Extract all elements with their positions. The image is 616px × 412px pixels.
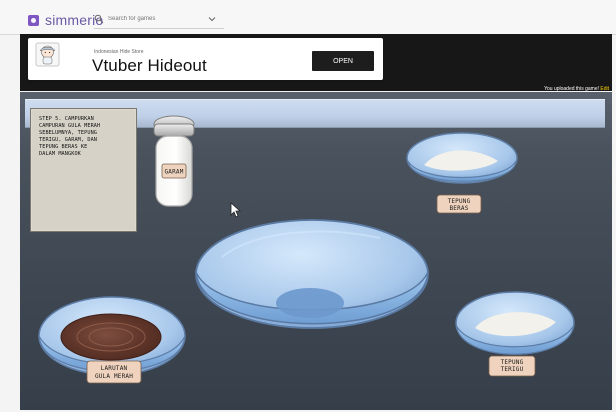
game-frame[interactable]: STEP 5. CAMPURKAN CAMPURAN GULA MERAH SE… xyxy=(20,92,612,410)
search-icon xyxy=(94,14,104,24)
palm-sugar-syrup-bowl[interactable]: LARUTAN GULA MERAH xyxy=(38,296,186,384)
simmer-logo-icon xyxy=(28,14,39,26)
ad-card[interactable]: Indonesian Hide Store Vtuber Hideout OPE… xyxy=(28,38,383,80)
rice-flour-bowl[interactable]: TEPUNG BERAS xyxy=(406,132,518,214)
ad-title[interactable]: Vtuber Hideout xyxy=(92,56,207,76)
site-logo[interactable]: simmerio xyxy=(28,12,103,28)
ad-subtitle: Indonesian Hide Store xyxy=(94,49,144,55)
search-bar[interactable] xyxy=(94,10,224,29)
syrup-label-line1: LARUTAN xyxy=(101,365,128,372)
wheat-flour-bowl[interactable]: TEPUNG TERIGU xyxy=(455,291,575,377)
game-scene: GARAM TEPUNG BERAS LARUTAN GULA MERAH TE… xyxy=(38,115,575,384)
wheat-flour-label-line1: TEPUNG xyxy=(501,359,524,366)
salt-jar[interactable]: GARAM xyxy=(153,115,195,207)
rice-flour-label-line1: TEPUNG xyxy=(448,198,471,205)
syrup-label-line2: GULA MERAH xyxy=(95,373,133,380)
chevron-down-icon[interactable] xyxy=(208,15,216,23)
mouse-cursor-icon xyxy=(230,202,242,218)
mixing-bowl[interactable] xyxy=(195,219,429,329)
open-button[interactable]: OPEN xyxy=(312,51,374,71)
rice-flour-label-line2: BERAS xyxy=(449,205,468,212)
topbar: simmerio xyxy=(0,0,616,35)
anime-avatar-icon xyxy=(35,42,60,67)
search-input[interactable] xyxy=(108,16,198,22)
wheat-flour-label-line2: TERIGU xyxy=(501,366,524,373)
salt-label: GARAM xyxy=(164,169,183,176)
page: simmerio Indo xyxy=(0,0,616,412)
